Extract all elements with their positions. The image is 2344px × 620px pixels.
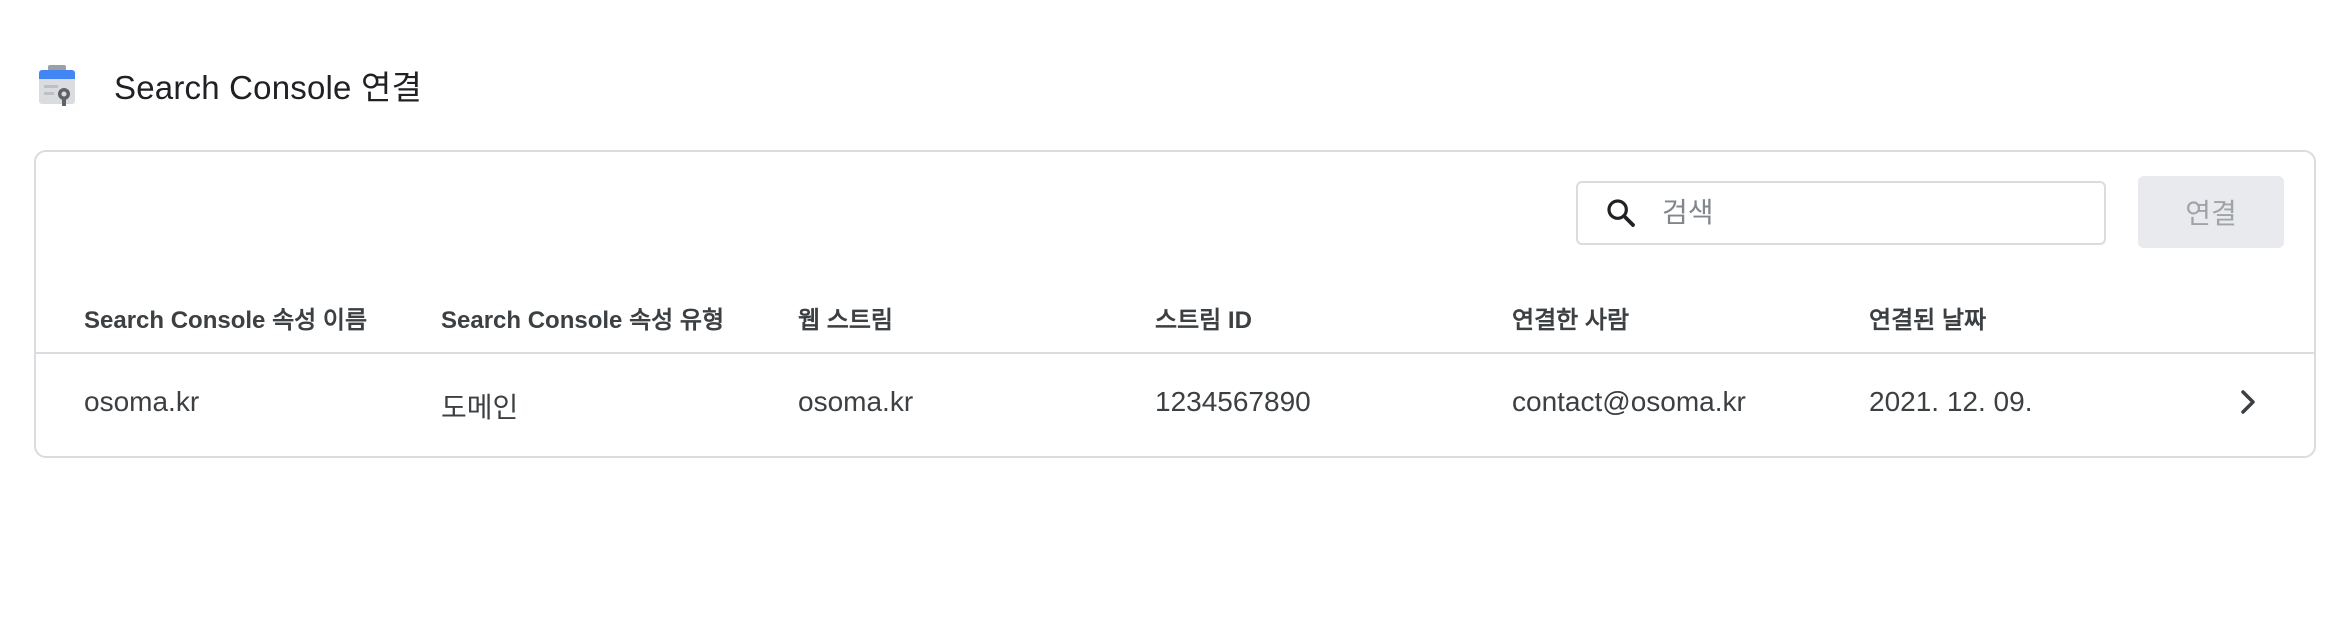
search-console-links-card: 연결 Search Console 속성 이름 Search Console 속… — [34, 150, 2316, 458]
cell-linked-by: contact@osoma.kr — [1512, 386, 1746, 417]
cell-web-stream: osoma.kr — [798, 386, 914, 417]
column-header-web-stream[interactable]: 웹 스트림 — [798, 300, 893, 335]
page-header: Search Console 연결 — [36, 60, 422, 110]
search-input[interactable] — [1660, 196, 2084, 230]
search-console-icon — [36, 63, 78, 107]
cell-linked-date: 2021. 12. 09. — [1869, 386, 2033, 417]
column-header-linked-date[interactable]: 연결된 날짜 — [1869, 300, 1986, 335]
search-box[interactable] — [1576, 181, 2106, 245]
search-icon — [1604, 196, 1638, 230]
table-row[interactable]: osoma.kr 도메인 osoma.kr 1234567890 contact… — [36, 354, 2314, 452]
column-header-property-type[interactable]: Search Console 속성 유형 — [441, 300, 724, 335]
table-header: Search Console 속성 이름 Search Console 속성 유… — [36, 276, 2314, 354]
column-header-linked-by[interactable]: 연결한 사람 — [1512, 300, 1629, 335]
column-header-property-name[interactable]: Search Console 속성 이름 — [84, 300, 367, 335]
column-header-stream-id[interactable]: 스트림 ID — [1155, 300, 1252, 335]
page-title: Search Console 연결 — [114, 69, 423, 106]
chevron-right-icon[interactable] — [2230, 384, 2266, 420]
cell-property-type: 도메인 — [441, 392, 519, 423]
connect-button[interactable]: 연결 — [2138, 176, 2284, 248]
cell-stream-id: 1234567890 — [1155, 386, 1311, 417]
cell-property-name: osoma.kr — [84, 386, 200, 417]
